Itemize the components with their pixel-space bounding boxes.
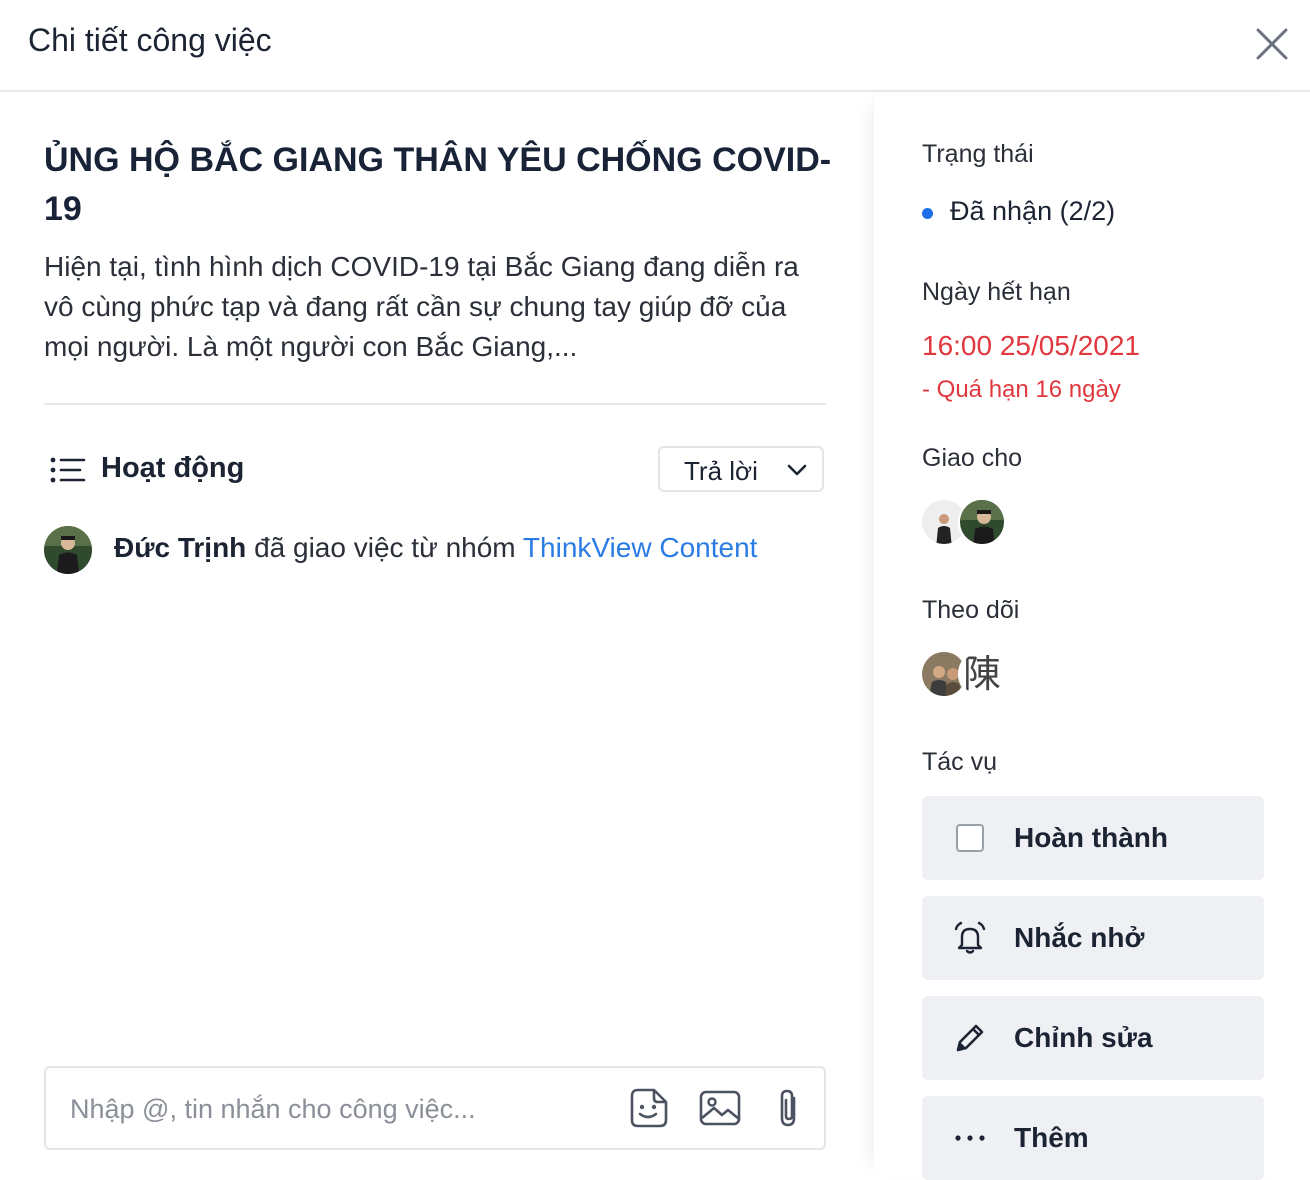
task-sidebar: Trạng thái Đã nhận (2/2) Ngày hết hạn 16… — [874, 92, 1310, 1180]
due-date-value[interactable]: 16:00 25/05/2021 — [922, 330, 1140, 362]
overdue-text: - Quá hạn 16 ngày — [922, 376, 1121, 403]
close-icon[interactable] — [1252, 24, 1292, 64]
edit-button[interactable]: Chỉnh sửa — [922, 996, 1264, 1080]
message-composer — [44, 1066, 826, 1150]
activity-heading: Hoạt động — [101, 452, 245, 484]
follower-avatar[interactable]: 陳 — [958, 650, 1006, 698]
reminder-button-label: Nhắc nhở — [1014, 922, 1145, 953]
activity-user[interactable]: Đức Trịnh — [114, 532, 246, 563]
assignees-label: Giao cho — [922, 444, 1023, 472]
alarm-icon — [954, 921, 986, 954]
message-input[interactable] — [68, 1086, 612, 1132]
due-date-label: Ngày hết hạn — [922, 278, 1071, 306]
attachment-icon[interactable] — [768, 1086, 812, 1130]
status-value[interactable]: Đã nhận (2/2) — [950, 196, 1115, 227]
chevron-down-icon — [787, 464, 807, 476]
list-icon — [50, 457, 86, 483]
assignee-avatar[interactable] — [958, 498, 1006, 546]
task-title: ỦNG HỘ BẮC GIANG THÂN YÊU CHỐNG COVID-19 — [44, 141, 832, 228]
reply-dropdown-value: Trả lời — [684, 456, 758, 486]
divider — [44, 403, 826, 405]
more-dots-icon — [955, 1135, 985, 1141]
dialog-title: Chi tiết công việc — [28, 22, 272, 58]
complete-button-label: Hoàn thành — [1014, 822, 1168, 853]
checkbox-icon — [956, 824, 984, 852]
more-button-label: Thêm — [1014, 1122, 1089, 1153]
activity-action: đã giao việc từ nhóm — [254, 532, 516, 563]
task-description: Hiện tại, tình hình dịch COVID-19 tại Bắ… — [44, 251, 799, 362]
status-dot — [922, 208, 933, 219]
sticker-icon[interactable] — [626, 1086, 670, 1130]
complete-button[interactable]: Hoàn thành — [922, 796, 1264, 880]
activity-group-link[interactable]: ThinkView Content — [523, 532, 758, 563]
activity-item: Đức Trịnh đã giao việc từ nhóm ThinkView… — [114, 532, 757, 564]
followers-label: Theo dõi — [922, 596, 1020, 624]
status-label: Trạng thái — [922, 140, 1034, 168]
task-main-panel: ỦNG HỘ BẮC GIANG THÂN YÊU CHỐNG COVID-19… — [0, 92, 874, 1176]
more-button[interactable]: Thêm — [922, 1096, 1264, 1180]
dialog-header: Chi tiết công việc — [0, 0, 1310, 92]
reminder-button[interactable]: Nhắc nhở — [922, 896, 1264, 980]
edit-button-label: Chỉnh sửa — [1014, 1022, 1153, 1053]
actions-label: Tác vụ — [922, 748, 998, 776]
pencil-icon — [956, 1024, 984, 1052]
avatar[interactable] — [44, 526, 92, 574]
reply-dropdown[interactable]: Trả lời — [658, 446, 824, 492]
follower-avatar-glyph: 陳 — [962, 652, 1001, 696]
image-icon[interactable] — [698, 1086, 742, 1130]
